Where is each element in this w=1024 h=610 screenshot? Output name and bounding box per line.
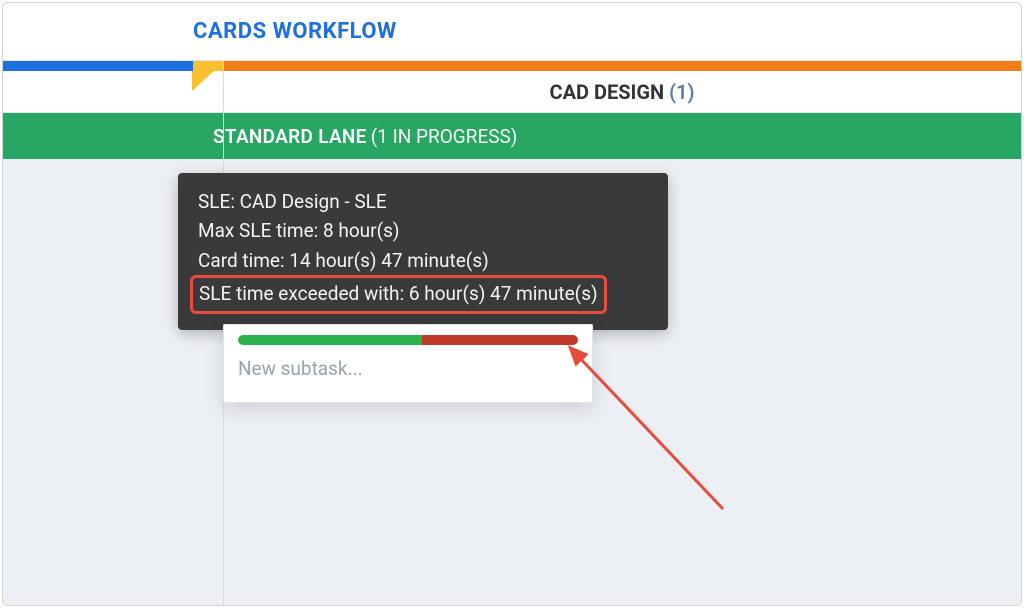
app-window: CARDS WORKFLOW CAD DESIGN (1) STANDARD L… xyxy=(2,2,1022,606)
workflow-stripe xyxy=(3,61,1021,71)
board-area: SLE: CAD Design - SLE Max SLE time: 8 ho… xyxy=(3,159,1021,605)
stage-flag-icon xyxy=(192,71,214,91)
lane-name: STANDARD LANE xyxy=(213,125,367,148)
stripe-segment-orange xyxy=(223,61,1021,71)
sle-tooltip-line-exceeded: SLE time exceeded with: 6 hour(s) 47 min… xyxy=(190,275,607,313)
column-header-row: CAD DESIGN (1) xyxy=(3,71,1021,113)
sle-progress-bar[interactable] xyxy=(238,335,578,345)
sle-tooltip-line-name: SLE: CAD Design - SLE xyxy=(198,187,648,216)
kanban-card[interactable]: New subtask... xyxy=(223,324,593,403)
column-name: CAD DESIGN xyxy=(549,80,664,104)
new-subtask-input[interactable]: New subtask... xyxy=(238,357,578,380)
workflow-title: CARDS WORKFLOW xyxy=(193,19,397,44)
stripe-segment-yellow xyxy=(193,61,223,71)
stripe-segment-blue xyxy=(3,61,193,71)
sle-bar-ok-segment xyxy=(238,335,422,345)
column-header[interactable]: CAD DESIGN (1) xyxy=(223,80,1021,104)
lane-status: (1 IN PROGRESS) xyxy=(371,125,518,148)
sle-tooltip-line-cardtime: Card time: 14 hour(s) 47 minute(s) xyxy=(198,246,648,275)
lane-header[interactable]: STANDARD LANE (1 IN PROGRESS) xyxy=(3,113,1021,159)
column-count: (1) xyxy=(669,80,694,104)
sle-tooltip: SLE: CAD Design - SLE Max SLE time: 8 ho… xyxy=(178,173,668,330)
sle-tooltip-line-max: Max SLE time: 8 hour(s) xyxy=(198,216,648,245)
workflow-header: CARDS WORKFLOW xyxy=(3,3,1021,61)
sle-bar-over-segment xyxy=(422,335,578,345)
